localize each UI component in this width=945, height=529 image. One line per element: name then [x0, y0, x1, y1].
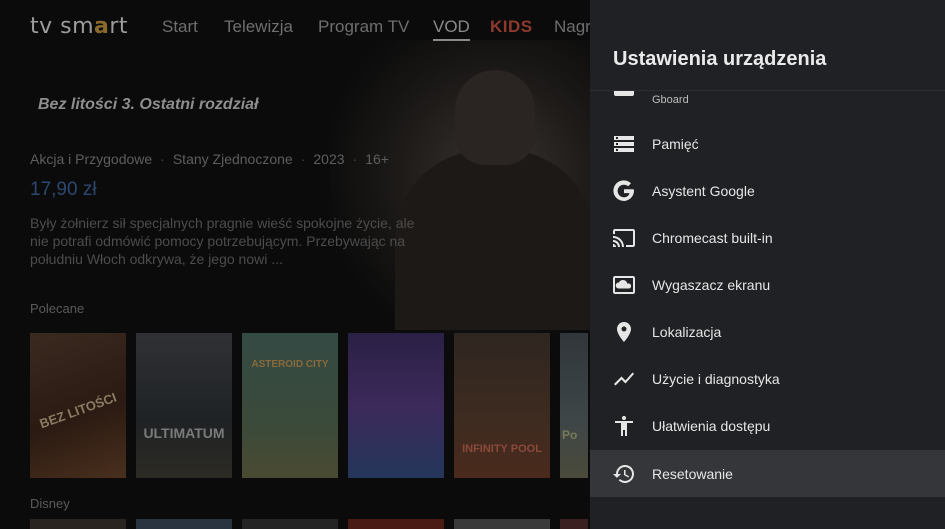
settings-item-label: Resetowanie — [652, 465, 733, 482]
settings-item-label: Asystent Google — [652, 182, 755, 199]
poster-title: Po — [562, 428, 578, 442]
hero-figure-body — [395, 150, 595, 330]
meta-separator: · — [352, 151, 358, 167]
movie-price: 17,90 zł — [30, 179, 97, 200]
meta-separator: · — [160, 151, 165, 167]
section-title-recommended: Polecane — [30, 301, 85, 316]
settings-item-label: Wygaszacz ekranu — [652, 276, 771, 293]
poster-card[interactable]: ASTEROID CITY — [242, 333, 338, 478]
poster-title: INFINITY POOL — [462, 443, 542, 455]
movie-title: Bez litości 3. Ostatni rozdział — [38, 96, 259, 113]
history-icon — [612, 462, 636, 486]
settings-item-google-assistant[interactable]: Asystent Google — [590, 167, 945, 214]
poster-card[interactable]: ULTIMATUM — [136, 333, 232, 478]
poster-title: ASTEROID CITY — [251, 359, 329, 370]
settings-item-reset[interactable]: Resetowanie — [590, 450, 945, 497]
poster-card[interactable] — [136, 519, 232, 529]
settings-item-screensaver[interactable]: Wygaszacz ekranu — [590, 261, 945, 308]
nav-item-kids[interactable]: KIDS — [490, 17, 533, 37]
location-pin-icon — [612, 320, 636, 344]
poster-card[interactable] — [348, 333, 444, 478]
poster-card[interactable] — [348, 519, 444, 529]
settings-item-label: Użycie i diagnostyka — [652, 370, 780, 387]
panel-title: Ustawienia urządzenia — [613, 48, 827, 70]
accessibility-icon — [612, 414, 636, 438]
poster-card[interactable]: BEZ LITOŚCI — [30, 333, 126, 478]
poster-title: BEZ LITOŚCI — [37, 389, 119, 432]
movie-country: Stany Zjednoczone — [172, 151, 293, 167]
settings-item-location[interactable]: Lokalizacja — [590, 308, 945, 355]
settings-item-chromecast[interactable]: Chromecast built-in — [590, 214, 945, 261]
settings-item-sublabel: Gboard — [652, 94, 689, 106]
nav-item-telewizja[interactable]: Telewizja — [224, 17, 293, 37]
meta-separator: · — [300, 151, 306, 167]
settings-item-usage-diagnostics[interactable]: Użycie i diagnostyka — [590, 355, 945, 402]
movie-year: 2023 — [313, 151, 345, 167]
settings-item-label: Lokalizacja — [652, 323, 722, 340]
poster-card[interactable]: INFINITY POOL — [454, 333, 550, 478]
settings-item-accessibility[interactable]: Ułatwienia dostępu — [590, 402, 945, 449]
screensaver-icon — [612, 273, 636, 297]
movie-age-rating: 16+ — [365, 151, 389, 167]
poster-card[interactable] — [30, 519, 126, 529]
poster-card[interactable] — [454, 519, 550, 529]
recommended-posters-row: BEZ LITOŚCI ULTIMATUM ASTEROID CITY INFI… — [30, 333, 588, 478]
keyboard-icon — [612, 91, 636, 101]
settings-list[interactable]: Gboard Pamięć Asystent Google Chromecast… — [590, 91, 945, 529]
nav-item-program-tv[interactable]: Program TV — [318, 17, 409, 37]
movie-description: Były żołnierz sił specjalnych pragnie wi… — [30, 215, 415, 267]
tv-smart-logo: tv smart — [30, 14, 129, 39]
trending-line-icon — [612, 367, 636, 391]
settings-item-label: Chromecast built-in — [652, 229, 773, 246]
storage-icon — [612, 132, 636, 156]
poster-card[interactable] — [560, 519, 588, 529]
nav-item-start[interactable]: Start — [162, 17, 198, 37]
settings-item-label: Pamięć — [652, 135, 699, 152]
settings-item-keyboard[interactable]: Gboard — [590, 91, 945, 116]
nav-item-vod[interactable]: VOD — [433, 17, 470, 41]
movie-meta: Akcja i Przygodowe · Stany Zjednoczone ·… — [30, 151, 389, 167]
movie-genre: Akcja i Przygodowe — [30, 151, 153, 167]
poster-title: ULTIMATUM — [143, 425, 225, 441]
nav-item-nagrania[interactable]: Nagr — [554, 17, 591, 37]
poster-card[interactable] — [242, 519, 338, 529]
google-icon — [612, 179, 636, 203]
settings-item-label: Ułatwienia dostępu — [652, 417, 771, 434]
disney-posters-row — [30, 519, 588, 529]
cast-icon — [612, 226, 636, 250]
hero-figure-head — [455, 70, 535, 165]
poster-card[interactable]: Po — [560, 333, 588, 478]
section-title-disney: Disney — [30, 496, 70, 511]
settings-item-storage[interactable]: Pamięć — [590, 120, 945, 167]
device-settings-panel: Ustawienia urządzenia Gboard Pamięć Asys… — [590, 0, 945, 529]
